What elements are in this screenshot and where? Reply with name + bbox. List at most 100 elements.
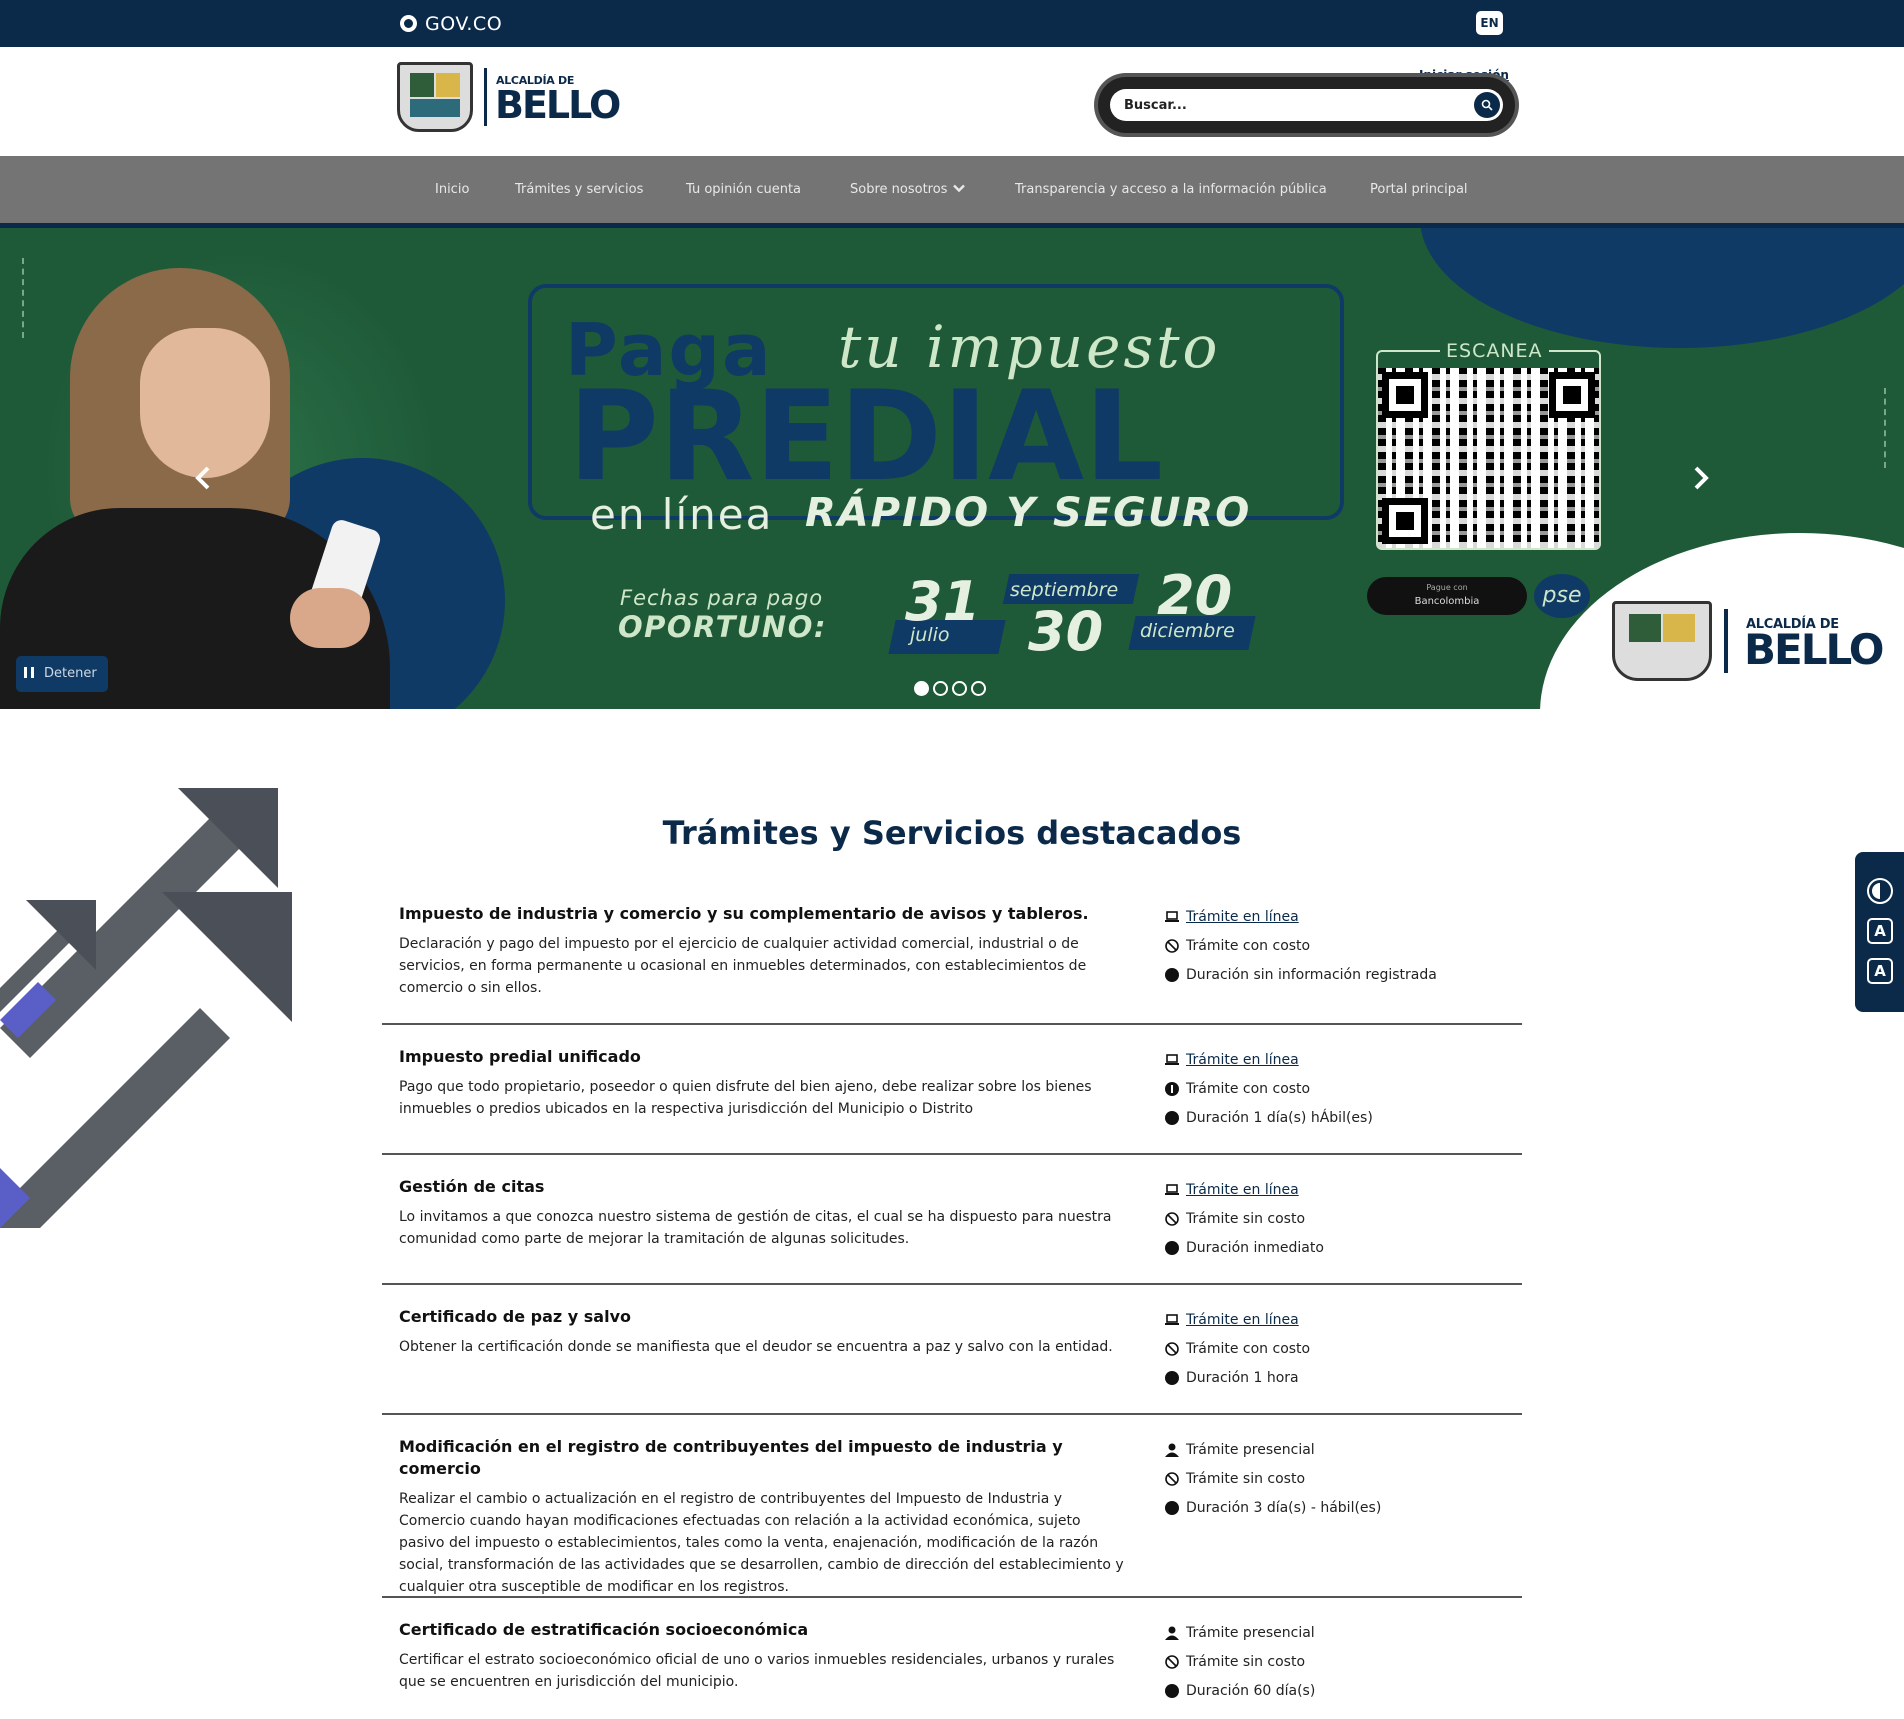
- language-toggle-button[interactable]: EN: [1476, 11, 1503, 35]
- nav-item-transparencia[interactable]: Transparencia y acceso a la información …: [1015, 156, 1327, 223]
- search-field-wrapper: [1110, 89, 1503, 121]
- list-item: Impuesto de industria y comercio y su co…: [382, 880, 1522, 1025]
- service-cost: Trámite sin costo: [1186, 1653, 1306, 1670]
- carousel-pause-button[interactable]: Detener: [16, 656, 108, 692]
- contrast-icon: [1872, 883, 1880, 899]
- pay-with-label: Pague con: [1426, 583, 1468, 592]
- date-3-day: 20: [1157, 564, 1233, 627]
- service-title[interactable]: Gestión de citas: [399, 1176, 1129, 1198]
- service-cost: Trámite sin costo: [1186, 1210, 1306, 1227]
- clock-icon: [1164, 967, 1180, 983]
- service-description: Declaración y pago del impuesto por el e…: [399, 936, 1087, 996]
- service-title[interactable]: Modificación en el registro de contribuy…: [399, 1436, 1129, 1480]
- list-item: Gestión de citas Lo invitamos a que cono…: [382, 1155, 1522, 1285]
- headline-predial: PREDIAL: [568, 365, 1164, 509]
- nav-item-sobre-nosotros[interactable]: Sobre nosotros: [850, 156, 966, 223]
- carousel-indicators: [914, 681, 986, 697]
- service-mode-link[interactable]: Trámite en línea: [1186, 1052, 1299, 1068]
- person-icon: [1164, 1442, 1180, 1458]
- service-description: Lo invitamos a que conozca nuestro siste…: [399, 1209, 1112, 1247]
- service-mode-link[interactable]: Trámite en línea: [1186, 909, 1299, 925]
- list-item: Certificado de paz y salvo Obtener la ce…: [382, 1285, 1522, 1415]
- service-title[interactable]: Certificado de paz y salvo: [399, 1306, 1129, 1328]
- govco-seal-icon: [400, 15, 417, 32]
- no-cost-icon: [1164, 1471, 1180, 1487]
- clock-icon: [1164, 1500, 1180, 1516]
- person-icon: [1164, 1625, 1180, 1641]
- decorative-arrows: [0, 788, 292, 1228]
- carousel-next-button[interactable]: [1686, 458, 1716, 498]
- service-mode-link[interactable]: Trámite en línea: [1186, 1182, 1299, 1198]
- hero-carousel: Paga tu impuesto PREDIAL en línea RÁPIDO…: [0, 228, 1904, 709]
- service-description: Obtener la certificación donde se manifi…: [399, 1339, 1113, 1355]
- zigzag-decoration-right: [1870, 388, 1886, 468]
- clock-icon: [1164, 1683, 1180, 1699]
- nav-item-inicio[interactable]: Inicio: [435, 156, 469, 223]
- bancolombia-badge: Pague con Bancolombia: [1367, 577, 1527, 615]
- banner-logo-title: BELLO: [1744, 625, 1884, 674]
- carousel-dot-4[interactable]: [971, 681, 986, 696]
- carousel-dot-2[interactable]: [933, 681, 948, 696]
- laptop-icon: [1164, 1182, 1180, 1198]
- decrease-font-button[interactable]: A: [1867, 918, 1893, 944]
- search-icon: [1481, 99, 1493, 111]
- service-title[interactable]: Certificado de estratificación socioecon…: [399, 1619, 1129, 1641]
- service-mode: Trámite presencial: [1186, 1441, 1315, 1458]
- service-duration: Duración 1 hora: [1186, 1369, 1299, 1386]
- chevron-right-icon: [1694, 466, 1709, 490]
- bancolombia-label: Bancolombia: [1414, 596, 1480, 607]
- date-1-month: julio: [910, 624, 950, 646]
- headline-rapido-seguro: RÁPIDO Y SEGURO: [805, 490, 1252, 536]
- search-box: [1094, 73, 1519, 137]
- govco-label: GOV.CO: [425, 12, 503, 35]
- banner-coat-of-arms-icon: [1612, 601, 1712, 681]
- carousel-dot-3[interactable]: [952, 681, 967, 696]
- no-cost-icon: [1164, 1341, 1180, 1357]
- list-item: Modificación en el registro de contribuy…: [382, 1415, 1522, 1598]
- nav-item-tramites[interactable]: Trámites y servicios: [515, 156, 643, 223]
- carousel-dot-1[interactable]: [914, 681, 929, 696]
- cost-icon: [1164, 1081, 1180, 1097]
- service-duration: Duración 60 día(s): [1186, 1682, 1316, 1699]
- chevron-down-icon: [953, 156, 966, 223]
- contrast-toggle-button[interactable]: [1867, 878, 1893, 904]
- nav-item-opinion[interactable]: Tu opinión cuenta: [686, 156, 801, 223]
- service-title[interactable]: Impuesto predial unificado: [399, 1046, 1129, 1068]
- logo-divider: [484, 68, 487, 126]
- laptop-icon: [1164, 909, 1180, 925]
- services-list: Impuesto de industria y comercio y su co…: [382, 880, 1522, 1718]
- carousel-prev-button[interactable]: [188, 458, 218, 498]
- service-title[interactable]: Impuesto de industria y comercio y su co…: [399, 903, 1129, 925]
- service-mode-link[interactable]: Trámite en línea: [1186, 1312, 1299, 1328]
- service-cost: Trámite con costo: [1186, 937, 1311, 954]
- service-duration: Duración sin información registrada: [1186, 966, 1437, 983]
- font-increase-icon: A: [1874, 962, 1886, 980]
- logo-title: BELLO: [495, 83, 621, 127]
- qr-label: ESCANEA: [1440, 340, 1549, 362]
- clock-icon: [1164, 1110, 1180, 1126]
- search-button[interactable]: [1474, 92, 1500, 118]
- service-duration: Duración 3 día(s) - hábil(es): [1186, 1499, 1382, 1516]
- date-3-month: diciembre: [1140, 620, 1235, 642]
- payment-dates-label: Fechas para pago: [620, 586, 824, 610]
- banner-alcaldia-logo: ALCALDÍA DE BELLO: [1612, 601, 1892, 681]
- nav-item-portal[interactable]: Portal principal: [1370, 156, 1468, 223]
- clock-icon: [1164, 1370, 1180, 1386]
- accessibility-toolbar: A A: [1855, 852, 1904, 1012]
- service-description: Certificar el estrato socioeconómico ofi…: [399, 1652, 1115, 1690]
- font-decrease-icon: A: [1874, 922, 1886, 940]
- search-input[interactable]: [1124, 89, 1454, 121]
- service-description: Realizar el cambio o actualización en el…: [399, 1491, 1124, 1595]
- qr-code-icon: [1378, 368, 1599, 548]
- service-duration: Duración inmediato: [1186, 1239, 1324, 1256]
- laptop-icon: [1164, 1052, 1180, 1068]
- govco-logo-link[interactable]: GOV.CO: [400, 10, 502, 37]
- increase-font-button[interactable]: A: [1867, 958, 1893, 984]
- alcaldia-logo[interactable]: ALCALDÍA DE BELLO: [397, 62, 621, 132]
- no-cost-icon: [1164, 1211, 1180, 1227]
- payment-dates-oportuno: OPORTUNO:: [618, 610, 827, 644]
- section-title: Trámites y Servicios destacados: [662, 814, 1242, 852]
- service-description: Pago que todo propietario, poseedor o qu…: [399, 1079, 1092, 1117]
- list-item: Impuesto predial unificado Pago que todo…: [382, 1025, 1522, 1155]
- no-cost-icon: [1164, 938, 1180, 954]
